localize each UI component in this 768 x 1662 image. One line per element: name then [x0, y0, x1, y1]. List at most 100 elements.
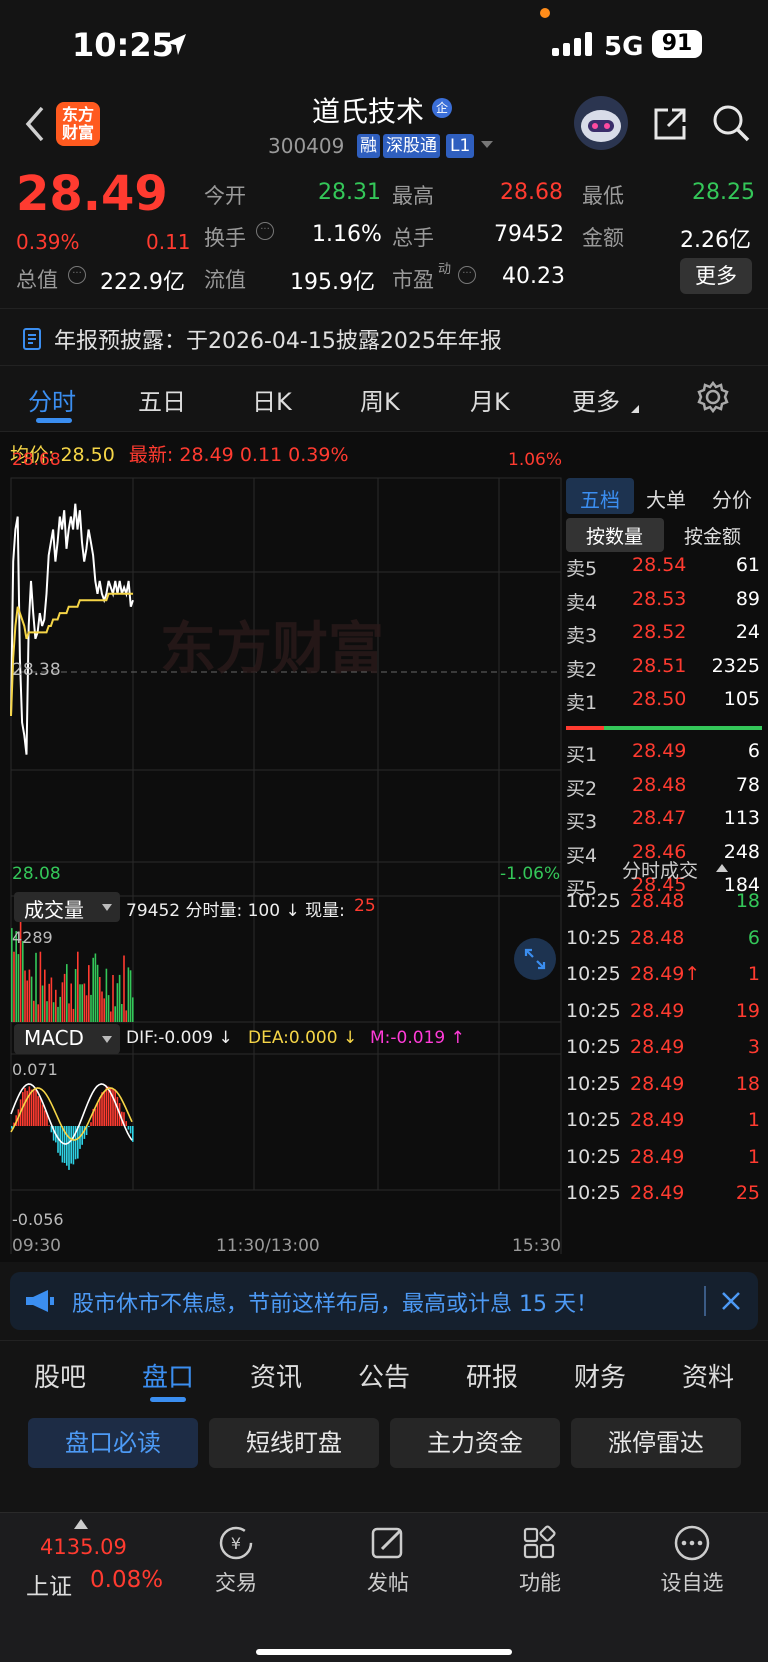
tick-qty: 6 [747, 926, 760, 949]
close-icon[interactable] [720, 1290, 742, 1312]
index-percent[interactable]: 0.08% [90, 1567, 163, 1593]
content-tabs: 股吧 盘口 资讯 公告 研报 财务 资料 [0, 1340, 768, 1406]
active-tab-indicator [150, 1397, 186, 1402]
banner-text: 股市休市不焦虑，节前这样布局，最高或计息 15 天！ [72, 1292, 598, 1317]
tab-more[interactable]: 更多 [572, 382, 620, 417]
nav-add-watchlist-label: 设自选 [660, 1571, 724, 1595]
info-icon[interactable]: ··· [68, 266, 86, 284]
latest-value: 28.49 [179, 444, 234, 466]
price-line [10, 503, 134, 755]
volume-bar [85, 995, 88, 1022]
tab-intraday[interactable]: 分时 [28, 382, 76, 417]
more-dropdown-icon [631, 405, 639, 413]
amount-label: 金额 [582, 226, 624, 250]
subtab-main-funds[interactable]: 主力资金 [390, 1418, 560, 1468]
y-top-value: 28.68 [12, 450, 61, 470]
tab-daily-k[interactable]: 日K [252, 382, 292, 417]
tick-row: 10:25 28.49↑ 1 [566, 961, 766, 991]
tab-finance[interactable]: 财务 [574, 1357, 626, 1394]
pct-top-label: 1.06% [508, 450, 563, 470]
latest-percent: 0.39% [288, 444, 349, 466]
tab-pankou[interactable]: 盘口 [142, 1357, 194, 1394]
info-icon[interactable]: ··· [256, 222, 274, 240]
tab-research[interactable]: 研报 [466, 1357, 518, 1394]
settings-gear-icon[interactable] [696, 380, 730, 414]
tick-time: 10:25 [566, 1072, 621, 1095]
search-icon[interactable] [710, 102, 752, 144]
macd-bar [28, 1086, 31, 1126]
subtab-by-quantity[interactable]: 按数量 [586, 522, 643, 549]
info-icon[interactable]: ··· [458, 266, 476, 284]
tab-news[interactable]: 资讯 [250, 1357, 302, 1394]
volume-max-label: 4289 [12, 928, 53, 947]
tick-price: 28.48 [630, 926, 685, 949]
app-logo[interactable]: 东方 财富 [56, 102, 100, 146]
volume-bar [103, 998, 105, 1022]
quote-panel: 28.49 0.39% 0.11 总值 ··· 222.9亿 今开 28.31 … [0, 162, 768, 308]
tab-monthly-k[interactable]: 月K [470, 382, 510, 417]
watermark: 东方财富 [160, 617, 384, 682]
promo-banner[interactable]: 股市休市不焦虑，节前这样布局，最高或计息 15 天！ [10, 1272, 758, 1330]
macd-bar [125, 1121, 127, 1126]
subtab-by-amount[interactable]: 按金额 [684, 522, 741, 549]
tab-guba[interactable]: 股吧 [34, 1357, 86, 1394]
ai-assistant-avatar[interactable] [574, 96, 628, 150]
subtab-must-read[interactable]: 盘口必读 [28, 1418, 198, 1468]
nav-functions[interactable]: 功能 [480, 1513, 600, 1597]
index-name[interactable]: 上证 [26, 1567, 72, 1601]
macd-top-label: 0.071 [12, 1060, 58, 1079]
macd-dea: DEA:0.000 ↓ [248, 1028, 358, 1048]
tick-row: 10:25 28.49 1 [566, 1107, 766, 1137]
index-value[interactable]: 4135.09 [40, 1535, 127, 1559]
intraday-chart-area: 均价: 28.50 最新: 28.49 0.11 0.39% 东方财富 28.6… [0, 432, 768, 1262]
tab-price-distribution[interactable]: 分价 [712, 484, 752, 513]
tag-dropdown-icon[interactable] [480, 140, 494, 150]
status-time: 10:25 [72, 26, 174, 64]
tab-announcements[interactable]: 公告 [358, 1357, 410, 1394]
back-icon[interactable] [22, 104, 46, 144]
tab-five-level[interactable]: 五档 [580, 484, 620, 513]
expand-chart-button[interactable] [514, 938, 556, 980]
logo-text-bottom: 财富 [61, 123, 94, 142]
nav-add-watchlist[interactable]: 设自选 [632, 1513, 752, 1597]
nav-trade[interactable]: ¥ 交易 [176, 1513, 296, 1597]
tick-price: 28.49 [630, 1145, 685, 1168]
volume-indicator-select[interactable]: 成交量 [14, 892, 120, 922]
volume-bar [26, 980, 28, 1022]
bid-level-qty: 78 [735, 773, 760, 796]
annual-report-notice[interactable]: 年报预披露：于2026-04-15披露2025年年报 [0, 308, 768, 366]
tick-row: 10:25 28.49 1 [566, 1144, 766, 1174]
volume-bar [66, 964, 68, 1022]
volume-bar [70, 983, 72, 1022]
share-icon[interactable] [650, 104, 690, 144]
macd-bar [107, 1086, 110, 1126]
volume-bar [48, 983, 50, 1022]
tab-five-day[interactable]: 五日 [138, 382, 186, 417]
tick-qty: 18 [735, 1072, 760, 1095]
tab-big-orders[interactable]: 大单 [646, 484, 686, 513]
tick-qty: 1 [747, 1145, 760, 1168]
macd-bar [30, 1089, 33, 1126]
macd-indicator-select[interactable]: MACD [14, 1024, 120, 1054]
bid-level-qty: 113 [723, 807, 760, 829]
tab-profile[interactable]: 资料 [682, 1357, 734, 1394]
tick-qty: 3 [747, 1036, 760, 1058]
subtab-short-watch[interactable]: 短线盯盘 [209, 1418, 379, 1468]
macd-bottom-label: -0.056 [12, 1210, 64, 1229]
volume-bar [90, 994, 92, 1022]
latest-label: 最新: [128, 444, 174, 466]
turnover-label: 换手 [204, 226, 246, 250]
intraday-chart[interactable] [0, 474, 566, 1254]
tick-price: 28.49 [630, 1109, 685, 1131]
volume-bar [13, 951, 15, 1022]
change-amount: 0.11 [146, 230, 191, 254]
volume-bar [105, 968, 108, 1022]
tab-weekly-k[interactable]: 周K [360, 382, 400, 417]
nav-post[interactable]: 发帖 [328, 1513, 448, 1597]
more-button[interactable]: 更多 [680, 258, 752, 294]
tick-time: 10:25 [566, 1109, 621, 1131]
ticks-title[interactable]: 分时成交 [622, 856, 698, 883]
signal-icon [552, 32, 592, 56]
current-price: 28.49 [16, 166, 168, 222]
subtab-limit-up-radar[interactable]: 涨停雷达 [571, 1418, 741, 1468]
